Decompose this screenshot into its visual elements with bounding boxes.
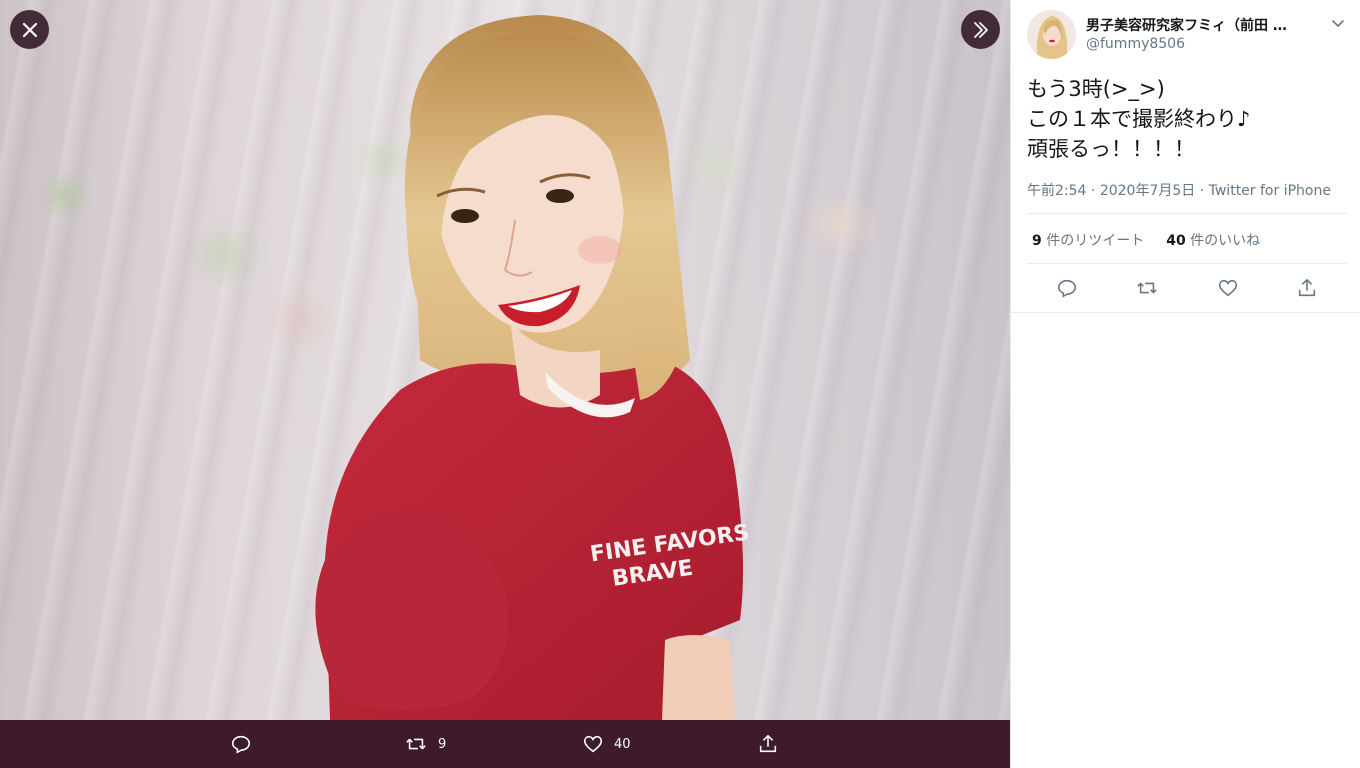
tweet-source[interactable]: Twitter for iPhone <box>1209 183 1331 199</box>
viewer-like-button[interactable]: 40 <box>582 720 631 768</box>
tweet-date[interactable]: 2020年7月5日 <box>1100 183 1195 199</box>
tweet-actions <box>1027 264 1347 312</box>
next-panel-button[interactable] <box>961 10 1000 49</box>
viewer-share-button[interactable] <box>757 720 779 768</box>
tweet-photo: FINE FAVORS BRAVE <box>0 0 1010 720</box>
reply-icon <box>1057 279 1076 298</box>
next-icon <box>973 21 988 38</box>
retweet-icon <box>406 738 426 750</box>
tweet-text-line: この１本で撮影終わり♪ <box>1027 107 1251 131</box>
retweet-icon <box>1137 282 1157 294</box>
author-handle[interactable]: @fummy8506 <box>1086 36 1185 52</box>
tweet-stats: 9 件のリツイート 40 件のいいね <box>1032 230 1260 250</box>
reply-icon <box>231 735 251 754</box>
likes-label: 件のいいね <box>1190 233 1261 249</box>
media-viewer: FINE FAVORS BRAVE 9 40 <box>0 0 1010 768</box>
like-icon <box>1218 279 1237 297</box>
close-icon <box>22 22 37 37</box>
reply-button[interactable] <box>1056 277 1078 299</box>
meta-separator: · <box>1090 183 1096 199</box>
tweet-meta: 午前2:54 · 2020年7月5日 · Twitter for iPhone <box>1027 180 1331 200</box>
likes-stat[interactable]: 40 件のいいね <box>1166 230 1260 250</box>
tweet-detail-panel: 男子美容研究家フミィ（前田 … @fummy8506 もう3時(>_>) この１… <box>1010 0 1360 768</box>
author-name[interactable]: 男子美容研究家フミィ（前田 … <box>1086 15 1311 35</box>
share-icon <box>759 734 777 753</box>
retweets-stat[interactable]: 9 件のリツイート <box>1032 230 1144 250</box>
avatar[interactable] <box>1027 10 1076 59</box>
viewer-retweet-count: 9 <box>438 736 447 752</box>
share-icon <box>1299 278 1316 297</box>
tweet-text-line: もう3時(>_>) <box>1027 77 1165 101</box>
tweet-text-line: 頑張るっ！！！！ <box>1027 137 1195 161</box>
avatar-image <box>1027 10 1076 59</box>
viewer-retweet-button[interactable]: 9 <box>404 720 446 768</box>
divider <box>1011 312 1360 313</box>
retweets-label: 件のリツイート <box>1046 233 1145 249</box>
share-button[interactable] <box>1296 277 1318 299</box>
tweet-text: もう3時(>_>) この１本で撮影終わり♪ 頑張るっ！！！！ <box>1027 74 1347 164</box>
photo-illustration: FINE FAVORS BRAVE <box>315 15 751 720</box>
like-button[interactable] <box>1217 277 1239 299</box>
retweets-count: 9 <box>1032 233 1042 249</box>
like-icon <box>583 735 603 753</box>
divider <box>1027 213 1347 214</box>
chevron-down-icon <box>1332 20 1344 28</box>
viewer-action-bar: 9 40 <box>0 720 1010 768</box>
viewer-like-count: 40 <box>614 736 631 752</box>
viewer-reply-button[interactable] <box>230 720 252 768</box>
close-button[interactable] <box>10 10 49 49</box>
tweet-time[interactable]: 午前2:54 <box>1027 183 1086 199</box>
retweet-button[interactable] <box>1135 277 1159 299</box>
more-options-button[interactable] <box>1331 15 1345 34</box>
likes-count: 40 <box>1166 233 1186 249</box>
meta-separator: · <box>1199 183 1205 199</box>
